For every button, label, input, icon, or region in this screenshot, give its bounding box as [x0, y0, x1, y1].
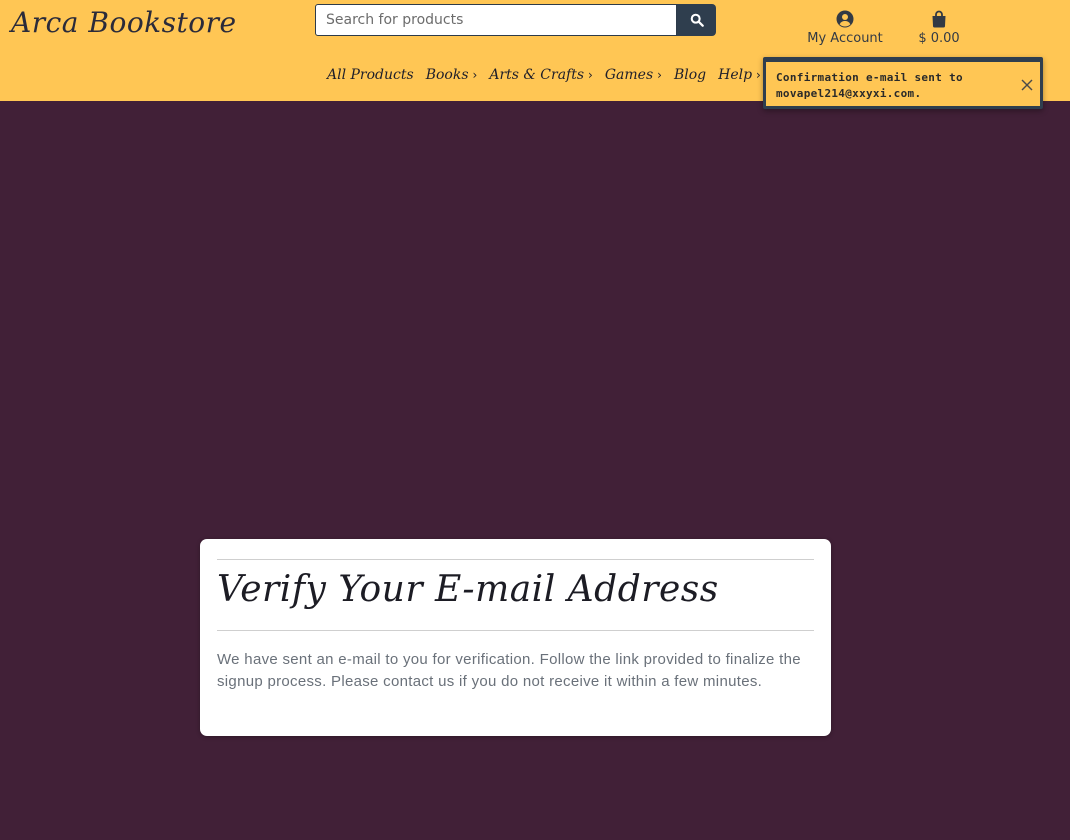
nav-item-label: Books: [425, 67, 469, 83]
verify-email-card: Verify Your E-mail Address We have sent …: [200, 539, 831, 736]
divider: [217, 630, 814, 631]
search-icon: [690, 13, 704, 27]
search-input[interactable]: [315, 4, 677, 36]
divider: [217, 559, 814, 560]
user-circle-icon: [836, 10, 854, 28]
close-icon: [1021, 79, 1033, 91]
my-account-label: My Account: [807, 31, 883, 46]
notification-toast: Confirmation e-mail sent to movapel214@x…: [763, 57, 1043, 109]
main-nav: All Products Books › Arts & Crafts › Gam…: [327, 67, 761, 83]
nav-item-blog[interactable]: Blog: [674, 67, 706, 83]
chevron-right-icon: ›: [657, 68, 662, 82]
chevron-right-icon: ›: [588, 68, 593, 82]
chevron-right-icon: ›: [756, 68, 761, 82]
nav-item-label: Blog: [673, 67, 707, 83]
nav-item-label: All Products: [327, 67, 414, 83]
nav-item-arts-crafts[interactable]: Arts & Crafts ›: [489, 67, 593, 83]
nav-item-label: Help: [718, 67, 753, 83]
chevron-right-icon: ›: [472, 68, 478, 82]
my-account-link[interactable]: My Account: [800, 10, 890, 46]
nav-item-all-products[interactable]: All Products: [327, 67, 414, 83]
nav-item-books[interactable]: Books ›: [426, 67, 478, 83]
verification-message: We have sent an e-mail to you for verifi…: [217, 651, 801, 690]
site-logo[interactable]: Arca Bookstore: [11, 6, 237, 39]
page-title: Verify Your E-mail Address: [217, 569, 719, 610]
shopping-bag-icon: [932, 10, 946, 28]
nav-item-help[interactable]: Help ›: [718, 67, 761, 83]
nav-item-games[interactable]: Games ›: [605, 67, 662, 83]
cart-link[interactable]: $ 0.00: [910, 10, 968, 46]
nav-item-label: Arts & Crafts: [489, 67, 585, 83]
toast-close-button[interactable]: [1018, 76, 1036, 94]
search-button[interactable]: [677, 4, 716, 36]
toast-message: Confirmation e-mail sent to movapel214@x…: [776, 71, 963, 100]
nav-item-label: Games: [604, 67, 654, 83]
cart-total: $ 0.00: [918, 31, 960, 46]
